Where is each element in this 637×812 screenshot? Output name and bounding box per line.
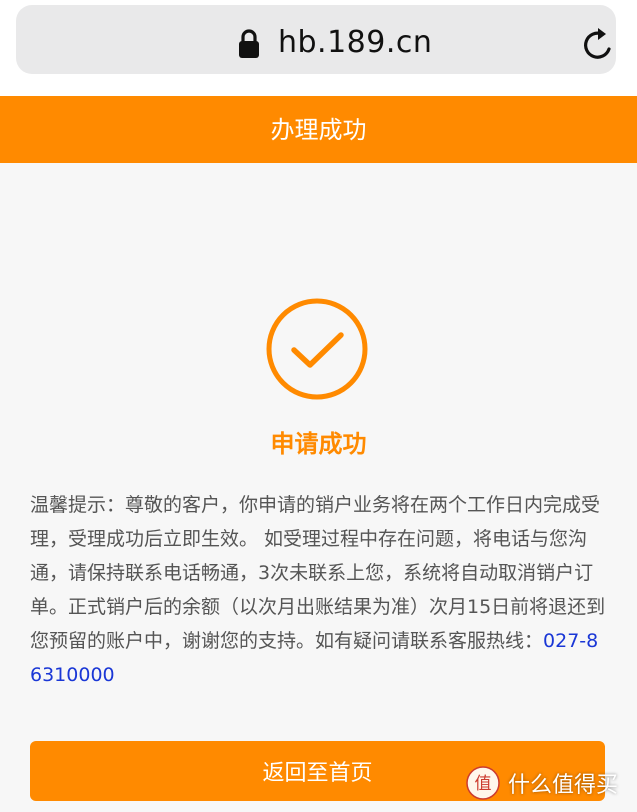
watermark: 值 什么值得买 bbox=[466, 760, 618, 806]
page-title: 办理成功 bbox=[270, 115, 367, 144]
watermark-text: 什么值得买 bbox=[508, 773, 619, 798]
page-header: 办理成功 bbox=[0, 96, 637, 163]
result-title: 申请成功 bbox=[270, 430, 367, 458]
url-field[interactable]: hb.189.cn bbox=[16, 5, 616, 74]
notice-paragraph: 温馨提示：尊敬的客户，你申请的销户业务将在两个工作日内完成受理，受理成功后立即生… bbox=[30, 488, 610, 692]
notice-text: 温馨提示：尊敬的客户，你申请的销户业务将在两个工作日内完成受理，受理成功后立即生… bbox=[30, 494, 606, 652]
check-circle-icon bbox=[266, 298, 368, 400]
url-text: hb.189.cn bbox=[278, 25, 433, 60]
smzdm-logo-text: 值 bbox=[475, 774, 492, 794]
lock-icon bbox=[239, 29, 259, 58]
reload-icon[interactable] bbox=[582, 26, 616, 62]
browser-address-bar: hb.189.cn bbox=[0, 0, 637, 96]
smzdm-logo: 值 bbox=[466, 766, 500, 800]
